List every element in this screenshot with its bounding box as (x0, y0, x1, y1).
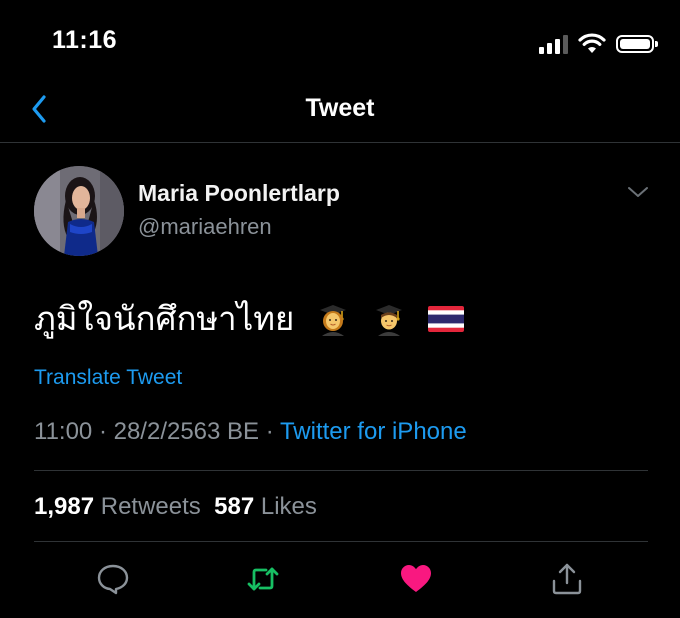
man-student-emoji (376, 304, 403, 336)
tweet-source-link[interactable]: Twitter for iPhone (280, 418, 467, 445)
status-icons (539, 30, 658, 54)
tweet-text: ภูมิใจนักศึกษาไทย (34, 292, 465, 345)
avatar-image (34, 166, 124, 256)
tweet-meta: 11:00 · 28/2/2563 BE · Twitter for iPhon… (34, 418, 467, 446)
wifi-icon (578, 33, 606, 53)
share-button[interactable] (550, 562, 584, 596)
comment-icon (97, 564, 129, 595)
signal-icon (539, 34, 568, 54)
share-icon (552, 563, 582, 595)
heart-icon (401, 565, 431, 592)
retweet-button[interactable] (246, 562, 280, 596)
battery-icon (616, 35, 658, 53)
divider (34, 470, 648, 471)
avatar[interactable] (34, 166, 124, 256)
author-handle[interactable]: @mariaehren (138, 214, 272, 240)
status-time: 11:16 (52, 26, 118, 54)
author-name[interactable]: Maria Poonlertlarp (138, 180, 340, 207)
likes-stat[interactable]: 587 Likes (214, 493, 317, 520)
tweet-stats: 1,987 Retweets 587 Likes (34, 493, 317, 521)
like-button[interactable] (399, 562, 433, 596)
translate-tweet-link[interactable]: Translate Tweet (34, 366, 182, 390)
woman-student-emoji (320, 304, 347, 336)
page-title: Tweet (305, 94, 375, 122)
divider (34, 541, 648, 542)
thailand-flag-emoji (428, 305, 465, 332)
likes-label: Likes (260, 493, 317, 520)
tweet-detail-screen: 11:16 Tweet Maria Poonlertlarp @mariaehr… (0, 0, 680, 618)
header-bar: Tweet (0, 80, 680, 143)
tweet-timestamp: 11:00 · 28/2/2563 BE · (34, 418, 280, 445)
chevron-down-icon[interactable] (626, 184, 650, 200)
retweet-icon (247, 567, 279, 591)
retweets-count: 1,987 (34, 493, 95, 520)
likes-count: 587 (214, 493, 255, 520)
tweet-text-content: ภูมิใจนักศึกษาไทย (34, 300, 295, 337)
retweets-stat[interactable]: 1,987 Retweets (34, 493, 201, 520)
retweets-label: Retweets (100, 493, 201, 520)
reply-button[interactable] (96, 562, 130, 596)
